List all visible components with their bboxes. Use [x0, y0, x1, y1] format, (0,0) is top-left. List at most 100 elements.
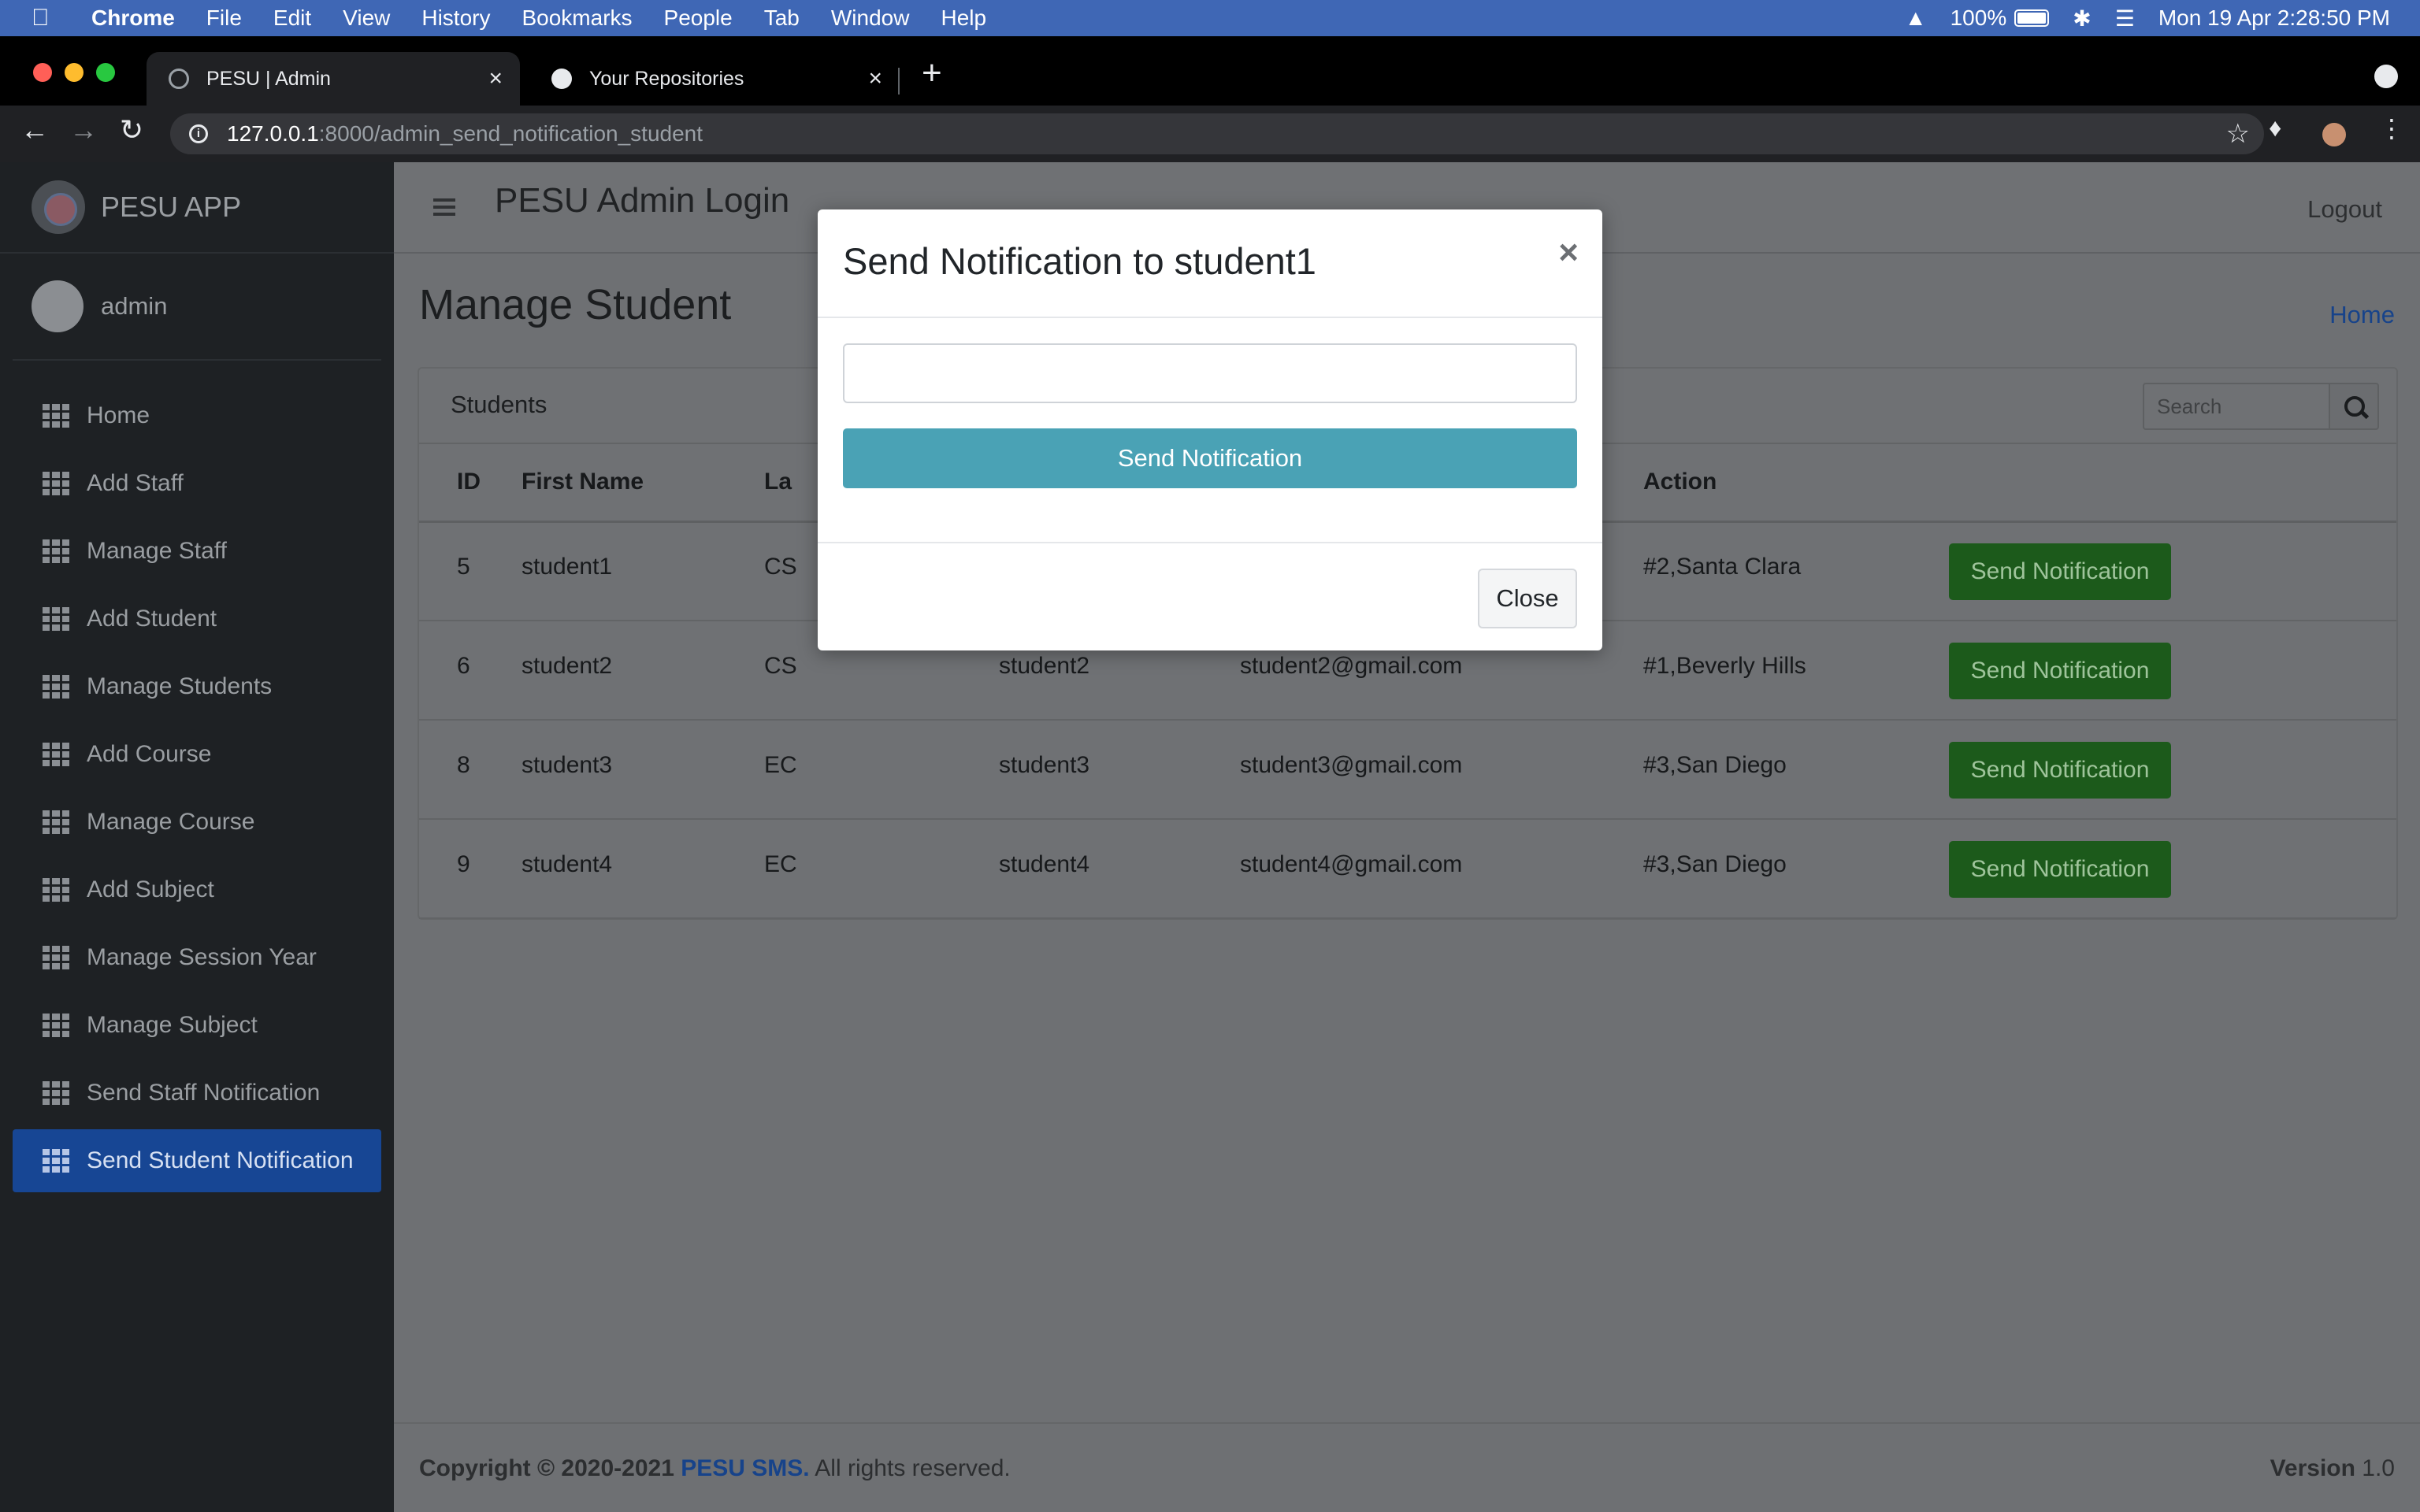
tab-close-icon[interactable]: × — [488, 65, 503, 92]
menu-help[interactable]: Help — [941, 6, 986, 31]
sidebar-item-send-student-notification[interactable]: Send Student Notification — [13, 1129, 381, 1192]
grid-icon — [43, 539, 69, 563]
send-notification-button[interactable]: Send Notification — [1949, 643, 2171, 699]
menubar-status-area: ▲ 100% ✱ ☰ Mon 19 Apr 2:28:50 PM — [1905, 0, 2390, 36]
menubar-clock[interactable]: Mon 19 Apr 2:28:50 PM — [2158, 6, 2390, 31]
sidebar-item-add-student[interactable]: Add Student — [13, 587, 381, 650]
hamburger-menu-icon[interactable] — [433, 198, 455, 216]
cell-id: 6 — [419, 621, 521, 721]
site-info-icon[interactable]: i — [189, 124, 208, 143]
modal-close-button[interactable]: Close — [1478, 569, 1577, 628]
sidebar-item-home[interactable]: Home — [13, 384, 381, 447]
user-panel[interactable]: admin — [13, 254, 381, 361]
send-notification-button[interactable]: Send Notification — [1949, 841, 2171, 898]
breadcrumb-home[interactable]: Home — [2329, 301, 2395, 329]
sidebar-item-add-course[interactable]: Add Course — [13, 723, 381, 786]
sidebar-item-send-staff-notification[interactable]: Send Staff Notification — [13, 1062, 381, 1125]
control-center-icon[interactable]: ☰ — [2115, 6, 2135, 32]
profile-avatar[interactable] — [2322, 123, 2346, 146]
brand-name: PESU APP — [101, 191, 242, 223]
notification-message-input[interactable] — [843, 343, 1577, 403]
copyright-label: Copyright © 2020-2021 — [419, 1455, 681, 1481]
sidebar-item-manage-subject[interactable]: Manage Subject — [13, 994, 381, 1057]
sidebar-item-add-staff[interactable]: Add Staff — [13, 452, 381, 515]
rights-text: All rights reserved. — [809, 1455, 1011, 1481]
column-header-action: Action — [1643, 444, 1949, 523]
address-bar[interactable]: i 127.0.0.1:8000/admin_send_notification… — [170, 113, 2264, 154]
tab-close-icon[interactable]: × — [868, 65, 882, 92]
menu-tab[interactable]: Tab — [764, 6, 800, 31]
menu-history[interactable]: History — [421, 6, 490, 31]
wifi-icon[interactable]: ▲ — [1905, 6, 1927, 31]
browser-tab-repositories[interactable]: Your Repositories × — [529, 52, 900, 106]
search-icon[interactable] — [2330, 383, 2379, 430]
table-row: 9 student4 EC student4 student4@gmail.co… — [419, 819, 2396, 919]
modal-send-notification-button[interactable]: Send Notification — [843, 428, 1577, 488]
cell-first-name: student1 — [521, 521, 764, 621]
brand-link[interactable]: PESU APP — [0, 162, 394, 254]
sidebar-item-label: Add Subject — [87, 876, 214, 902]
grid-icon — [43, 878, 69, 902]
sidebar-item-manage-course[interactable]: Manage Course — [13, 791, 381, 854]
window-close-icon[interactable] — [33, 63, 52, 82]
bluetooth-icon[interactable]: ✱ — [2073, 6, 2091, 32]
grid-icon — [43, 607, 69, 631]
sidebar-item-label: Home — [87, 402, 150, 428]
grid-icon — [43, 675, 69, 699]
grid-icon — [43, 1149, 69, 1173]
sidebar-item-manage-staff[interactable]: Manage Staff — [13, 520, 381, 583]
cell-id: 9 — [419, 819, 521, 919]
back-arrow-icon[interactable]: ← — [20, 113, 49, 146]
apple-logo-icon[interactable]:  — [32, 5, 63, 32]
tab-title: PESU | Admin — [206, 67, 331, 90]
window-zoom-icon[interactable] — [96, 63, 115, 82]
cell-email: student4@gmail.com — [1240, 819, 1643, 919]
forward-arrow-icon[interactable]: → — [69, 113, 98, 146]
menu-people[interactable]: People — [664, 6, 733, 31]
sidebar-item-manage-session-year[interactable]: Manage Session Year — [13, 926, 381, 989]
sidebar-item-label: Add Student — [87, 606, 217, 632]
menu-view[interactable]: View — [343, 6, 390, 31]
search-input[interactable]: Search — [2143, 383, 2331, 430]
cell-id: 8 — [419, 720, 521, 820]
send-notification-button[interactable]: Send Notification — [1949, 742, 2171, 799]
bookmark-star-icon[interactable]: ☆ — [2226, 118, 2250, 150]
sidebar-item-add-subject[interactable]: Add Subject — [13, 858, 381, 921]
menu-file[interactable]: File — [206, 6, 242, 31]
grid-icon — [43, 1014, 69, 1037]
card-title: Students — [451, 391, 547, 418]
browser-tab-pesu-admin[interactable]: PESU | Admin × — [147, 52, 520, 106]
menu-window[interactable]: Window — [831, 6, 910, 31]
chrome-menu-kebab-icon[interactable]: ⋮ — [2379, 113, 2404, 143]
sidebar-item-label: Send Student Notification — [87, 1147, 354, 1173]
cell-course: EC — [764, 720, 999, 820]
sidebar-nav: Home Add Staff Manage Staff Add Student … — [0, 384, 394, 1192]
globe-icon — [169, 69, 189, 89]
tab-search-chevron-icon[interactable] — [2374, 65, 2398, 88]
modal-close-icon[interactable]: × — [1558, 233, 1579, 272]
grid-icon — [43, 404, 69, 428]
app-header-title: PESU Admin Login — [495, 181, 790, 220]
footer-brand-link[interactable]: PESU SMS. — [681, 1455, 809, 1481]
cell-first-name: student2 — [521, 621, 764, 721]
battery-status[interactable]: 100% — [1950, 6, 2050, 31]
sidebar-item-manage-students[interactable]: Manage Students — [13, 655, 381, 718]
table-row: 8 student3 EC student3 student3@gmail.co… — [419, 720, 2396, 820]
reload-icon[interactable]: ↻ — [120, 113, 143, 146]
cell-address: #3,San Diego — [1643, 720, 1949, 820]
window-minimize-icon[interactable] — [65, 63, 84, 82]
version-label: Version — [2270, 1455, 2355, 1481]
extensions-puzzle-icon[interactable]: ♦ — [2269, 113, 2281, 143]
brand-logo-icon — [32, 180, 85, 234]
send-notification-button[interactable]: Send Notification — [1949, 543, 2171, 601]
new-tab-plus-icon[interactable]: + — [922, 54, 942, 93]
menu-edit[interactable]: Edit — [273, 6, 311, 31]
send-notification-modal: Send Notification to student1 × Send Not… — [818, 209, 1602, 650]
menu-app-name[interactable]: Chrome — [91, 6, 175, 31]
sidebar-item-label: Add Course — [87, 741, 212, 767]
logout-link[interactable]: Logout — [2307, 195, 2382, 224]
menu-bookmarks[interactable]: Bookmarks — [521, 6, 632, 31]
version-number: 1.0 — [2355, 1455, 2395, 1481]
column-header-first-name: First Name — [521, 444, 764, 523]
github-icon — [551, 69, 572, 89]
